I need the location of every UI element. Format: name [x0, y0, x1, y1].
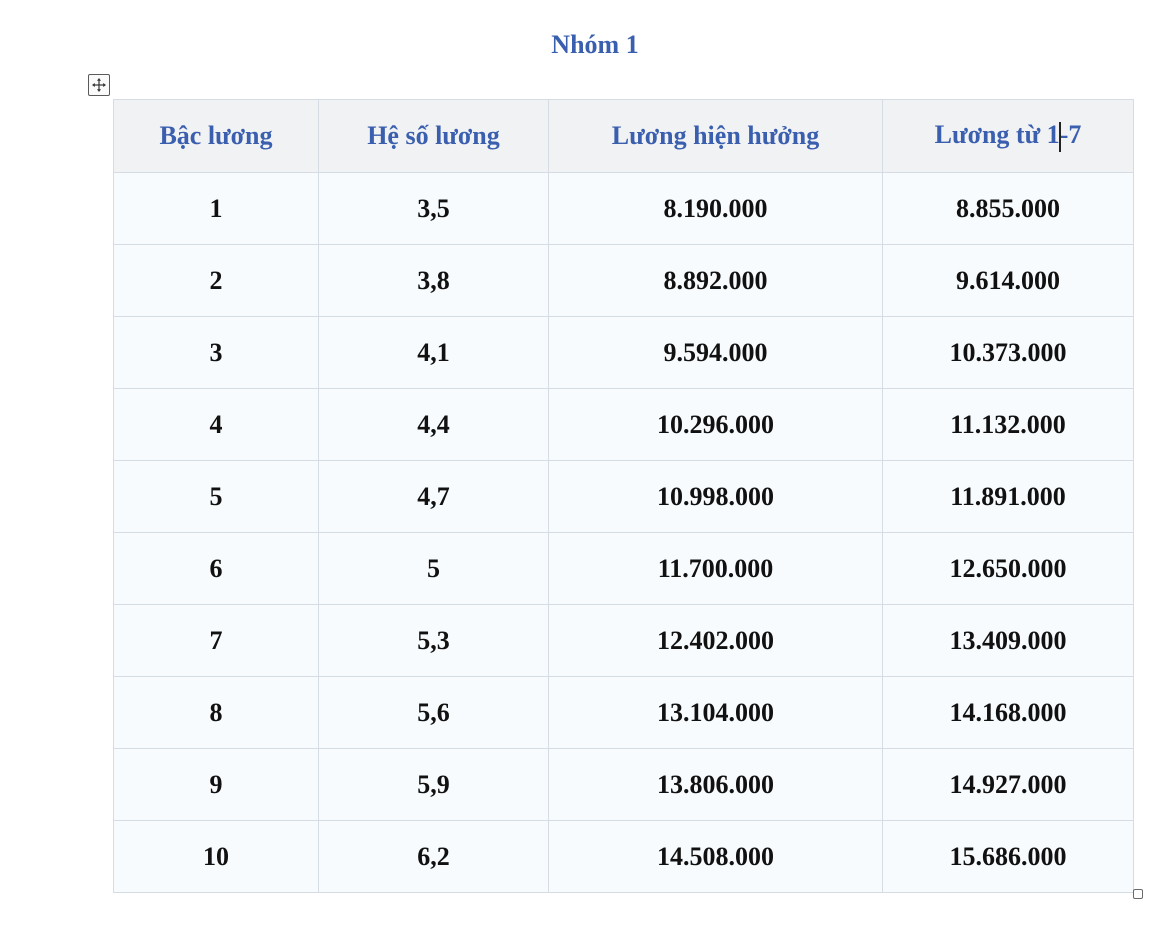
cell-luong-hien-huong[interactable]: 9.594.000: [548, 316, 883, 389]
cell-luong-hien-huong[interactable]: 8.190.000: [548, 172, 883, 245]
move-arrows-icon: [92, 78, 106, 92]
cell-luong-hien-huong[interactable]: 10.296.000: [548, 388, 883, 461]
cell-bac-luong[interactable]: 8: [113, 676, 319, 749]
table-row: 4 4,4 10.296.000 11.132.000: [113, 388, 1134, 461]
cell-luong-tu-1-7[interactable]: 9.614.000: [882, 244, 1134, 317]
cell-luong-tu-1-7[interactable]: 10.373.000: [882, 316, 1134, 389]
cell-luong-tu-1-7[interactable]: 11.891.000: [882, 460, 1134, 533]
cell-he-so[interactable]: 4,4: [318, 388, 549, 461]
table-row: 3 4,1 9.594.000 10.373.000: [113, 316, 1134, 389]
cell-bac-luong[interactable]: 2: [113, 244, 319, 317]
header-text-part-2: -7: [1059, 119, 1082, 149]
table-header-row: Bậc lương Hệ số lương Lương hiện hưởng L…: [113, 99, 1134, 173]
table-row: 2 3,8 8.892.000 9.614.000: [113, 244, 1134, 317]
table-resize-handle[interactable]: [1133, 889, 1143, 899]
cell-bac-luong[interactable]: 4: [113, 388, 319, 461]
cell-luong-hien-huong[interactable]: 13.104.000: [548, 676, 883, 749]
document-title: Nhóm 1: [551, 30, 639, 59]
cell-luong-tu-1-7[interactable]: 13.409.000: [882, 604, 1134, 677]
cell-he-so[interactable]: 4,1: [318, 316, 549, 389]
cell-bac-luong[interactable]: 6: [113, 532, 319, 605]
table-move-handle[interactable]: [88, 74, 110, 96]
cell-bac-luong[interactable]: 1: [113, 172, 319, 245]
cell-he-so[interactable]: 5: [318, 532, 549, 605]
text-cursor: [1058, 122, 1061, 153]
header-he-so-luong[interactable]: Hệ số lương: [318, 99, 549, 173]
cell-bac-luong[interactable]: 3: [113, 316, 319, 389]
header-bac-luong[interactable]: Bậc lương: [113, 99, 319, 173]
table-row: 9 5,9 13.806.000 14.927.000: [113, 748, 1134, 821]
table-row: 6 5 11.700.000 12.650.000: [113, 532, 1134, 605]
cell-bac-luong[interactable]: 10: [113, 820, 319, 893]
cell-luong-tu-1-7[interactable]: 8.855.000: [882, 172, 1134, 245]
cell-he-so[interactable]: 3,8: [318, 244, 549, 317]
cell-he-so[interactable]: 6,2: [318, 820, 549, 893]
cell-luong-hien-huong[interactable]: 8.892.000: [548, 244, 883, 317]
cell-bac-luong[interactable]: 5: [113, 460, 319, 533]
table-row: 5 4,7 10.998.000 11.891.000: [113, 460, 1134, 533]
table-row: 7 5,3 12.402.000 13.409.000: [113, 604, 1134, 677]
cell-he-so[interactable]: 3,5: [318, 172, 549, 245]
cell-luong-tu-1-7[interactable]: 14.927.000: [882, 748, 1134, 821]
cell-he-so[interactable]: 5,9: [318, 748, 549, 821]
cell-bac-luong[interactable]: 9: [113, 748, 319, 821]
header-luong-hien-huong[interactable]: Lương hiện hưởng: [548, 99, 883, 173]
cell-luong-tu-1-7[interactable]: 11.132.000: [882, 388, 1134, 461]
cell-luong-tu-1-7[interactable]: 14.168.000: [882, 676, 1134, 749]
cell-luong-hien-huong[interactable]: 14.508.000: [548, 820, 883, 893]
table-row: 8 5,6 13.104.000 14.168.000: [113, 676, 1134, 749]
cell-luong-hien-huong[interactable]: 10.998.000: [548, 460, 883, 533]
cell-luong-tu-1-7[interactable]: 12.650.000: [882, 532, 1134, 605]
header-luong-tu-1-7[interactable]: Lương từ 1-7: [882, 99, 1134, 173]
cell-luong-tu-1-7[interactable]: 15.686.000: [882, 820, 1134, 893]
wage-table: Bậc lương Hệ số lương Lương hiện hưởng L…: [113, 99, 1134, 893]
cell-he-so[interactable]: 4,7: [318, 460, 549, 533]
table-row: 10 6,2 14.508.000 15.686.000: [113, 820, 1134, 893]
cell-bac-luong[interactable]: 7: [113, 604, 319, 677]
cell-luong-hien-huong[interactable]: 11.700.000: [548, 532, 883, 605]
header-text-part-1: Lương từ 1: [934, 119, 1060, 149]
cell-luong-hien-huong[interactable]: 13.806.000: [548, 748, 883, 821]
cell-he-so[interactable]: 5,3: [318, 604, 549, 677]
cell-he-so[interactable]: 5,6: [318, 676, 549, 749]
cell-luong-hien-huong[interactable]: 12.402.000: [548, 604, 883, 677]
table-row: 1 3,5 8.190.000 8.855.000: [113, 172, 1134, 245]
